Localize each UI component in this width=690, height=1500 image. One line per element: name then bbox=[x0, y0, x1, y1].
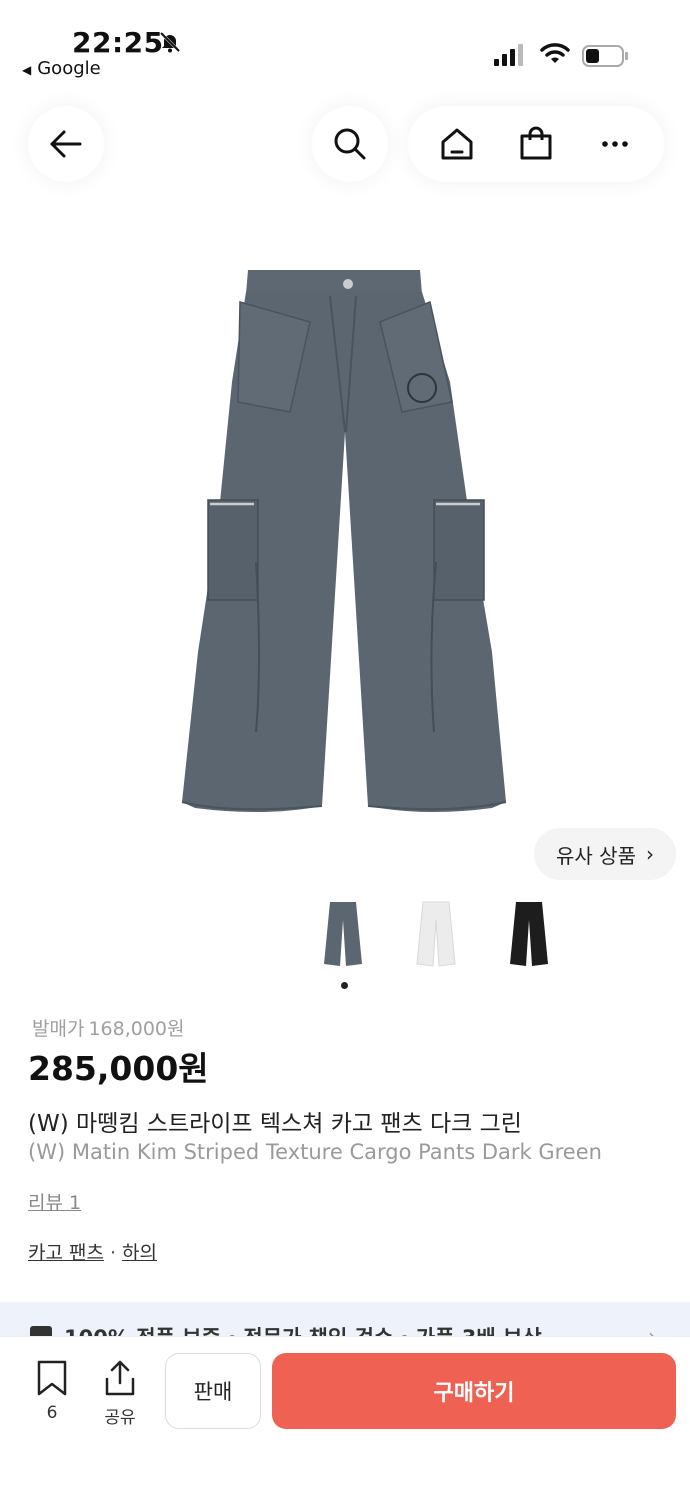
cellular-signal-icon bbox=[494, 44, 523, 66]
similar-products-button[interactable]: 유사 상품 › bbox=[534, 828, 676, 880]
current-price: 285,000원 bbox=[28, 1049, 209, 1088]
back-to-google-link[interactable]: ◀ Google bbox=[22, 58, 101, 79]
chevron-right-icon: › bbox=[645, 842, 654, 866]
more-button[interactable] bbox=[593, 122, 637, 166]
review-link[interactable]: 리뷰 1 bbox=[28, 1188, 81, 1215]
category-breadcrumb: 카고 팬츠 · 하의 bbox=[28, 1238, 157, 1265]
pants-thumbnail-white bbox=[416, 901, 456, 967]
release-price-label: 발매가 bbox=[32, 1018, 85, 1040]
pants-thumbnail-black bbox=[509, 902, 548, 966]
battery-icon bbox=[582, 45, 628, 67]
more-dots-icon bbox=[601, 141, 628, 147]
thumbnail-dark-gray[interactable] bbox=[316, 896, 371, 972]
search-icon bbox=[334, 128, 366, 160]
pants-thumbnail-dark-gray bbox=[324, 902, 363, 966]
product-title-english: (W) Matin Kim Striped Texture Cargo Pant… bbox=[28, 1140, 602, 1164]
category-separator: · bbox=[109, 1242, 117, 1264]
shopping-bag-icon bbox=[520, 126, 552, 160]
bell-muted-icon bbox=[159, 31, 181, 53]
wifi-icon bbox=[540, 43, 570, 63]
status-time: 22:25 bbox=[72, 26, 164, 59]
sell-button[interactable]: 판매 bbox=[165, 1353, 261, 1429]
product-title-korean: (W) 마뗑킴 스트라이프 텍스쳐 카고 팬츠 다크 그린 bbox=[28, 1111, 522, 1137]
category-link-bottoms[interactable]: 하의 bbox=[122, 1242, 157, 1264]
release-price: 발매가 168,000원 bbox=[28, 1014, 185, 1041]
color-thumbnails bbox=[316, 896, 556, 976]
home-icon bbox=[441, 128, 473, 160]
share-button[interactable]: 공유 bbox=[96, 1359, 144, 1433]
back-triangle-icon: ◀ bbox=[22, 63, 32, 77]
bottom-action-bar: 6 공유 판매 구매하기 bbox=[0, 1336, 690, 1500]
top-nav-group bbox=[408, 106, 664, 182]
thumbnail-white[interactable] bbox=[409, 896, 464, 972]
buy-button[interactable]: 구매하기 bbox=[272, 1353, 676, 1429]
back-button[interactable] bbox=[28, 106, 104, 182]
search-button[interactable] bbox=[312, 106, 388, 182]
similar-products-label: 유사 상품 bbox=[556, 843, 636, 868]
arrow-left-icon bbox=[50, 130, 82, 158]
bookmark-icon bbox=[37, 1360, 67, 1396]
category-link-cargo-pants[interactable]: 카고 팬츠 bbox=[28, 1242, 104, 1264]
carousel-indicator-dot bbox=[341, 982, 348, 989]
bookmark-button[interactable]: 6 bbox=[30, 1359, 74, 1433]
shopping-bag-button[interactable] bbox=[514, 122, 558, 166]
product-image[interactable] bbox=[170, 262, 520, 822]
share-label: 공유 bbox=[104, 1408, 136, 1428]
bookmark-count: 6 bbox=[46, 1403, 58, 1423]
share-icon bbox=[105, 1360, 135, 1396]
status-bar: 22:25 ◀ Google bbox=[0, 0, 690, 90]
release-price-value: 168,000원 bbox=[88, 1018, 185, 1040]
thumbnail-black[interactable] bbox=[501, 896, 556, 972]
home-button[interactable] bbox=[435, 122, 479, 166]
back-app-label: Google bbox=[37, 58, 101, 79]
